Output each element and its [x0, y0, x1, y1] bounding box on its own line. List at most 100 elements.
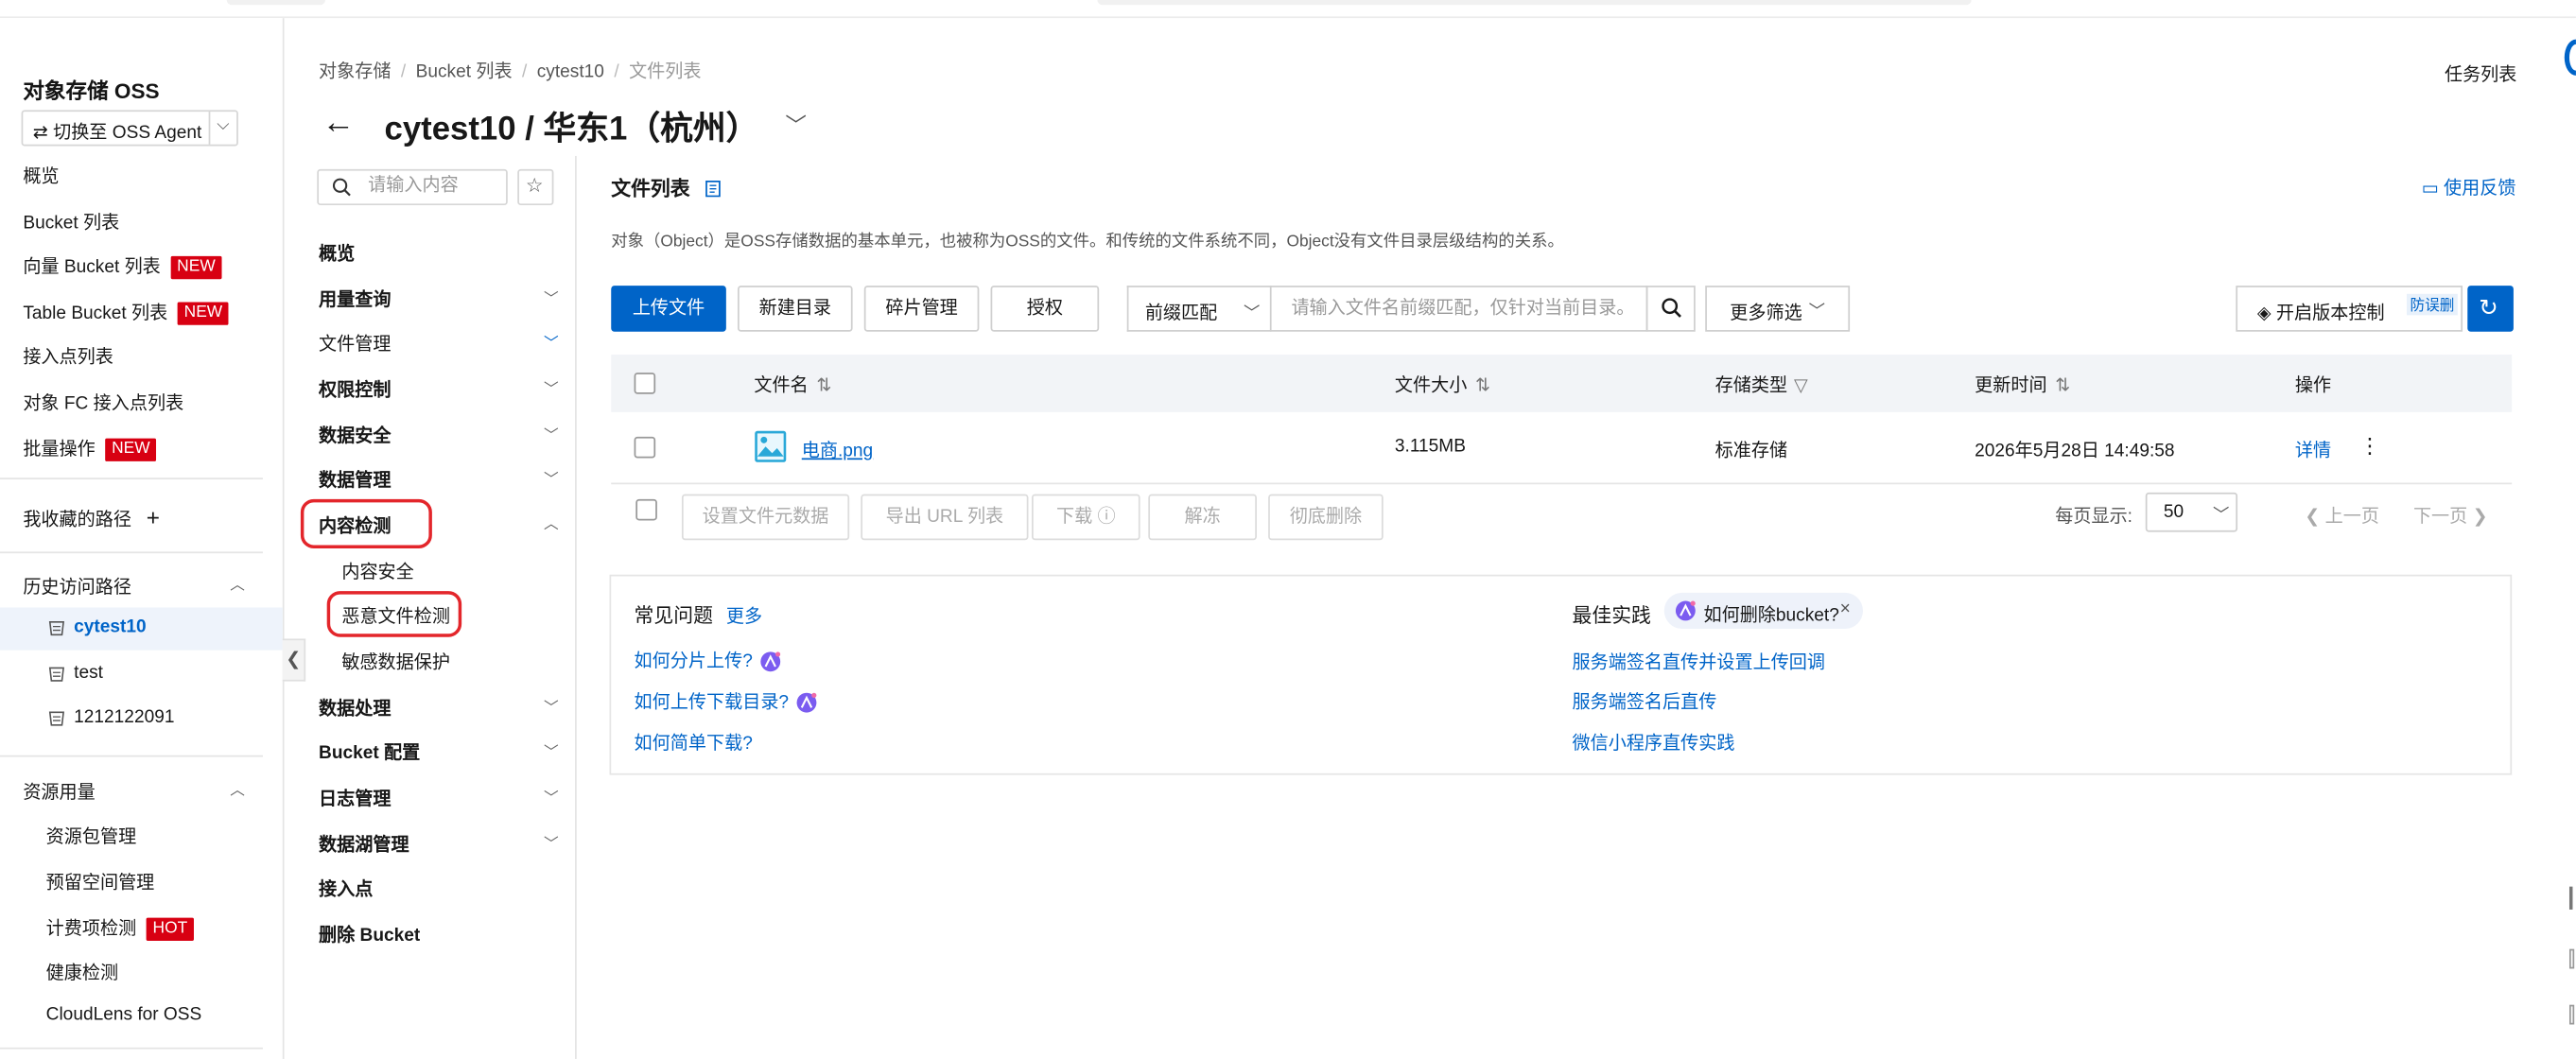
bucket-nav-access-point[interactable]: 接入点	[319, 876, 373, 902]
sidebar-item-reserved-space[interactable]: 预留空间管理	[46, 869, 155, 895]
bucket-nav-search[interactable]	[317, 168, 508, 206]
file-search-button[interactable]	[1645, 286, 1696, 332]
float-tool-icon[interactable]	[2568, 1004, 2575, 1025]
download-button[interactable]: 下载 ⓘ	[1031, 494, 1140, 541]
clipboard-icon[interactable]	[705, 179, 722, 198]
more-filter-button[interactable]: 更多筛选 ﹀	[1705, 286, 1851, 332]
details-link[interactable]: 详情	[2295, 437, 2331, 463]
bucket-nav-bucket-config[interactable]: Bucket 配置	[319, 738, 420, 765]
faq-link-simple-download[interactable]: 如何简单下载?	[635, 729, 753, 755]
bucket-nav-data-security[interactable]: 数据安全	[319, 422, 391, 448]
best-link-callback[interactable]: 服务端签名直传并设置上传回调	[1573, 649, 1826, 675]
float-tool-icon[interactable]	[2568, 948, 2575, 969]
history-item-cytest10[interactable]: cytest10	[0, 607, 283, 651]
unfreeze-button[interactable]: 解冻	[1148, 494, 1257, 541]
breadcrumb-bucket-list[interactable]: Bucket 列表	[416, 62, 513, 82]
next-page-button[interactable]: 下一页 ❯	[2413, 502, 2488, 529]
sidebar-item-vector-bucket[interactable]: 向量 Bucket 列表 NEW	[23, 252, 222, 280]
filter-icon[interactable]: ▽	[1794, 376, 1808, 396]
section-title-text: 文件列表	[611, 177, 690, 200]
task-list-link[interactable]: 任务列表	[2445, 61, 2516, 87]
switch-agent-button[interactable]: ⇄ 切换至 OSS Agent ⌵	[21, 110, 238, 147]
refresh-button[interactable]: ↻	[2467, 286, 2514, 332]
chevron-down-icon[interactable]: ⌵	[217, 116, 229, 134]
chevron-down-icon[interactable]: ﹀	[785, 109, 807, 140]
permanent-delete-button[interactable]: 彻底删除	[1268, 494, 1384, 541]
sort-icon[interactable]: ⇅	[1475, 376, 1490, 396]
history-item-1212122091[interactable]: 1212122091	[0, 698, 283, 740]
bucket-nav-sensitive-data[interactable]: 敏感数据保护	[341, 649, 450, 675]
chevron-up-icon: ︿	[544, 515, 559, 532]
bucket-nav-file-mgmt[interactable]: 文件管理	[319, 330, 391, 356]
sidebar-item-billing-check[interactable]: 计费项检测 HOT	[46, 914, 195, 942]
favorite-star-button[interactable]: ☆	[517, 168, 554, 206]
favorites-section[interactable]: 我收藏的路径 +	[23, 504, 160, 532]
row-checkbox[interactable]	[634, 436, 656, 459]
authorize-button[interactable]: 授权	[990, 286, 1100, 332]
file-search-input[interactable]	[1287, 297, 1640, 321]
close-icon[interactable]: ×	[1840, 599, 1851, 619]
divider	[0, 755, 263, 757]
highlight-ring	[300, 498, 432, 548]
column-header-size[interactable]: 文件大小 ⇅	[1395, 371, 1490, 397]
best-link-signed-upload[interactable]: 服务端签名后直传	[1573, 688, 1717, 715]
bucket-nav-content-security[interactable]: 内容安全	[341, 558, 413, 584]
prefix-match-select[interactable]: 前缀匹配 ﹀	[1126, 286, 1272, 332]
batch-select-checkbox[interactable]	[635, 498, 657, 521]
assistant-float-icon[interactable]	[2564, 39, 2576, 76]
sort-icon[interactable]: ⇅	[2055, 376, 2070, 396]
sidebar-item-resource-pack[interactable]: 资源包管理	[46, 823, 137, 849]
bucket-nav-datalake[interactable]: 数据湖管理	[319, 831, 409, 858]
sort-icon[interactable]: ⇅	[816, 376, 831, 396]
bucket-nav-data-processing[interactable]: 数据处理	[319, 694, 391, 720]
swap-icon: ⇄	[32, 123, 54, 144]
column-header-updated[interactable]: 更新时间 ⇅	[1975, 371, 2070, 397]
new-directory-button[interactable]: 新建目录	[738, 286, 853, 332]
fragment-mgmt-button[interactable]: 碎片管理	[863, 286, 980, 332]
bucket-nav-usage[interactable]: 用量查询	[319, 286, 391, 312]
history-item-test[interactable]: test	[0, 653, 283, 696]
breadcrumb-bucket[interactable]: cytest10	[537, 62, 604, 82]
faq-more-link[interactable]: 更多	[726, 602, 762, 629]
feedback-link[interactable]: ▭ 使用反馈	[2422, 174, 2516, 200]
faq-link-multipart[interactable]: 如何分片上传?	[635, 647, 783, 673]
sidebar-collapse-handle[interactable]: ❮	[282, 638, 306, 682]
sidebar-item-bucket-list[interactable]: Bucket 列表	[23, 209, 119, 235]
bucket-nav-log-mgmt[interactable]: 日志管理	[319, 785, 391, 811]
bucket-nav-permissions[interactable]: 权限控制	[319, 376, 391, 403]
best-link-miniprogram[interactable]: 微信小程序直传实践	[1573, 729, 1735, 755]
bucket-nav-delete-bucket[interactable]: 删除 Bucket	[319, 921, 420, 947]
bucket-nav-search-input[interactable]	[364, 174, 503, 198]
faq-link-directory[interactable]: 如何上传下载目录?	[635, 688, 819, 715]
ai-assistant-icon[interactable]	[759, 651, 782, 673]
column-header-storage[interactable]: 存储类型 ▽	[1715, 371, 1808, 397]
sidebar-item-cloudlens[interactable]: CloudLens for OSS	[46, 1005, 202, 1025]
sidebar-item-table-bucket[interactable]: Table Bucket 列表 NEW	[23, 299, 230, 325]
file-name-link[interactable]: 电商.png	[802, 437, 873, 463]
plus-icon[interactable]: +	[147, 504, 160, 530]
sidebar-item-fc-access-points[interactable]: 对象 FC 接入点列表	[23, 390, 183, 416]
back-arrow-icon[interactable]: ←	[322, 105, 355, 143]
page-size-select[interactable]: 50 ﹀	[2145, 492, 2238, 532]
ai-question-pill[interactable]: 如何删除bucket? ×	[1663, 592, 1863, 630]
set-metadata-button[interactable]: 设置文件元数据	[681, 494, 850, 541]
sidebar-item-access-points[interactable]: 接入点列表	[23, 343, 113, 370]
sidebar-item-batch-ops[interactable]: 批量操作 NEW	[23, 435, 157, 462]
file-search-field[interactable]	[1269, 286, 1648, 332]
sidebar-item-overview[interactable]: 概览	[23, 163, 59, 189]
bucket-nav-data-mgmt[interactable]: 数据管理	[319, 466, 391, 493]
export-url-button[interactable]: 导出 URL 列表	[861, 494, 1029, 541]
upload-file-button[interactable]: 上传文件	[611, 286, 726, 332]
prev-page-button[interactable]: ❮ 上一页	[2305, 502, 2379, 529]
float-tool-icon[interactable]	[2568, 886, 2573, 910]
column-header-name[interactable]: 文件名 ⇅	[754, 371, 831, 397]
enable-versioning-button[interactable]: ◈ 开启版本控制 防误删	[2236, 286, 2463, 332]
ai-assistant-icon[interactable]	[795, 691, 818, 714]
select-all-checkbox[interactable]	[634, 373, 656, 394]
more-actions-icon[interactable]: ⋮	[2359, 433, 2381, 460]
breadcrumb-oss[interactable]: 对象存储	[319, 62, 391, 82]
bucket-nav-overview[interactable]: 概览	[319, 240, 355, 267]
sidebar-item-health-check[interactable]: 健康检测	[46, 959, 118, 985]
chevron-up-icon[interactable]: ︿	[230, 573, 245, 595]
chevron-up-icon[interactable]: ︿	[230, 778, 245, 800]
